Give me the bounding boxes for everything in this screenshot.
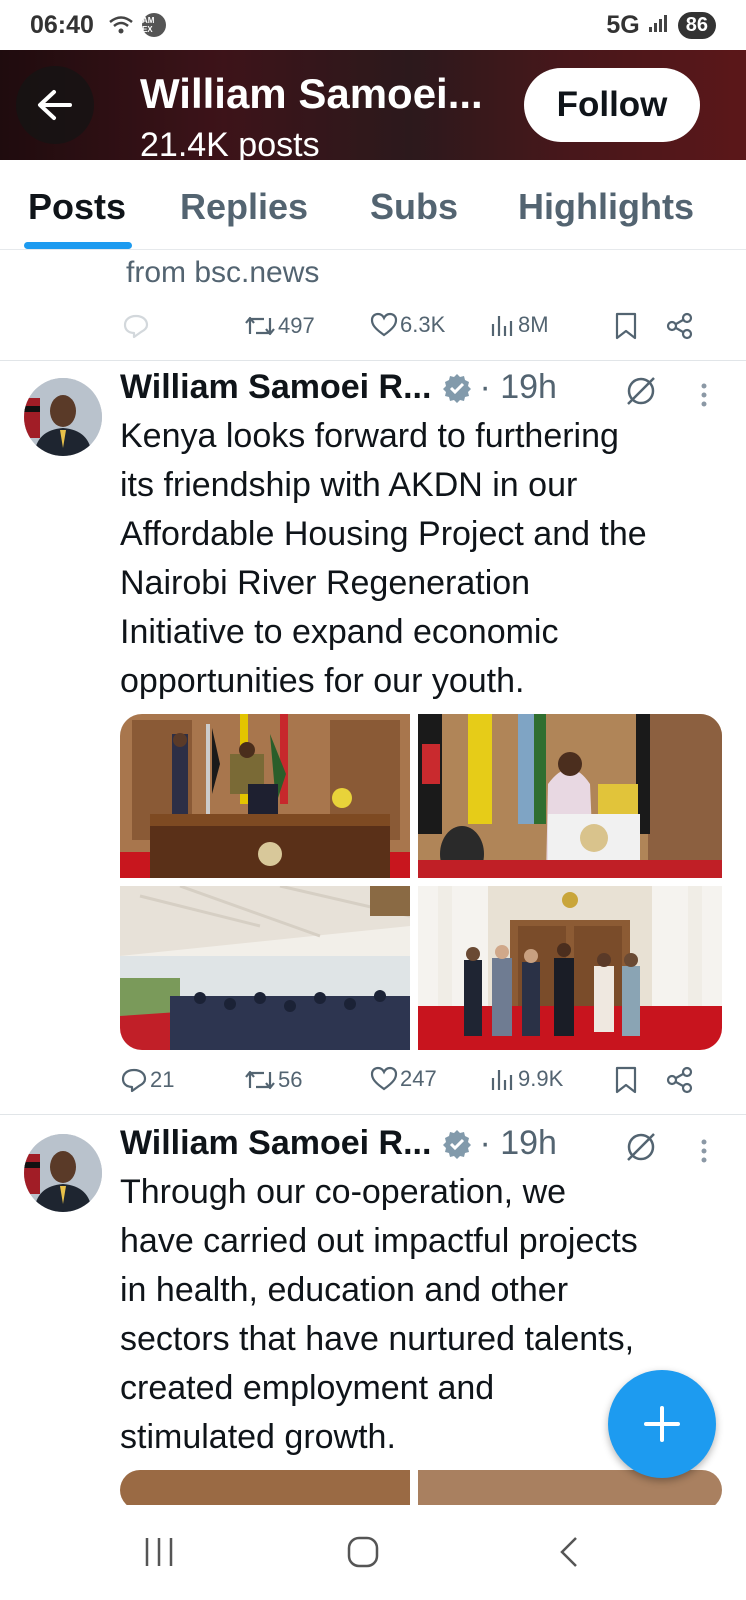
plus-icon bbox=[644, 1406, 680, 1442]
grok-icon[interactable] bbox=[624, 1130, 658, 1164]
profile-header: William Samoei... 21.4K posts Follow bbox=[0, 50, 746, 160]
more-options-icon[interactable] bbox=[700, 382, 708, 408]
back-button[interactable] bbox=[16, 66, 94, 144]
network-label: 5G bbox=[606, 10, 640, 39]
views-button[interactable]: 8M bbox=[490, 312, 549, 338]
views-count: 9.9K bbox=[518, 1066, 564, 1091]
repost-icon bbox=[245, 316, 275, 336]
status-time: 06:40 bbox=[30, 10, 94, 39]
post-time: · 19h bbox=[479, 368, 557, 406]
post-time: · 19h bbox=[479, 1124, 557, 1162]
back-nav-icon[interactable] bbox=[554, 1535, 584, 1569]
reply-count: 21 bbox=[150, 1067, 175, 1092]
tab-replies[interactable]: Replies bbox=[180, 186, 308, 228]
home-icon[interactable] bbox=[346, 1535, 380, 1569]
post-photo-audience[interactable] bbox=[120, 886, 410, 1050]
status-bar: 06:40 AM EX 5G 86 bbox=[0, 0, 746, 50]
post-header: William Samoei R... · 19h bbox=[120, 368, 557, 407]
like-button[interactable]: 6.3K bbox=[370, 312, 445, 338]
post-actions: 21 56 247 9.9K bbox=[0, 1066, 746, 1106]
like-count: 247 bbox=[400, 1066, 437, 1091]
repost-count: 497 bbox=[278, 313, 315, 338]
tab-subs[interactable]: Subs bbox=[370, 186, 458, 228]
wifi-question-icon bbox=[108, 14, 134, 36]
recent-apps-icon[interactable] bbox=[142, 1535, 176, 1569]
post-photo-group[interactable] bbox=[418, 886, 722, 1050]
post-media-grid-partial bbox=[120, 1470, 722, 1510]
post-media-grid bbox=[120, 714, 722, 1050]
reply-icon bbox=[123, 314, 149, 339]
post-text: Kenya looks forward to furthering its fr… bbox=[120, 412, 720, 706]
views-count: 8M bbox=[518, 312, 549, 337]
repost-count: 56 bbox=[278, 1067, 303, 1092]
repost-icon bbox=[245, 1070, 275, 1090]
post-text-line: sectors that have nurtured talents, bbox=[120, 1320, 635, 1358]
more-options-icon[interactable] bbox=[700, 1138, 708, 1164]
author-avatar[interactable] bbox=[24, 1134, 102, 1212]
header-post-count: 21.4K posts bbox=[140, 126, 320, 160]
battery-badge: 86 bbox=[677, 11, 716, 39]
partial-post-text: from bsc.news bbox=[126, 256, 320, 289]
views-icon bbox=[491, 1070, 513, 1090]
follow-button[interactable]: Follow bbox=[524, 68, 700, 142]
reply-button[interactable] bbox=[122, 312, 150, 340]
like-count: 6.3K bbox=[400, 312, 446, 337]
grok-icon[interactable] bbox=[624, 374, 658, 408]
reply-button[interactable]: 21 bbox=[120, 1066, 174, 1094]
tab-highlights[interactable]: Highlights bbox=[518, 186, 694, 228]
bookmark-icon bbox=[615, 1066, 637, 1094]
post-divider bbox=[0, 1114, 746, 1115]
post-text-line: Affordable Housing Project and the bbox=[120, 515, 647, 553]
author-avatar[interactable] bbox=[24, 378, 102, 456]
share-button[interactable] bbox=[666, 1066, 694, 1094]
post-text-line: Through our co-operation, we bbox=[120, 1173, 567, 1211]
heart-icon bbox=[370, 1066, 398, 1091]
amex-icon: AM EX bbox=[141, 13, 166, 37]
post-text-line: Nairobi River Regeneration bbox=[120, 564, 531, 602]
bookmark-button[interactable] bbox=[614, 312, 638, 340]
post-text-line: in health, education and other bbox=[120, 1271, 569, 1309]
like-button[interactable]: 247 bbox=[370, 1066, 437, 1092]
heart-icon bbox=[370, 312, 398, 337]
views-icon bbox=[491, 316, 513, 336]
system-nav-bar bbox=[0, 1505, 746, 1600]
post-photo-signing[interactable] bbox=[120, 714, 410, 878]
active-tab-indicator bbox=[24, 242, 132, 249]
header-title: William Samoei... bbox=[140, 70, 483, 117]
post-text-line: its friendship with AKDN in our bbox=[120, 466, 578, 504]
bookmark-button[interactable] bbox=[614, 1066, 638, 1094]
profile-tabs: Posts Replies Subs Highlights bbox=[0, 160, 746, 250]
post-text-line: have carried out impactful projects bbox=[120, 1222, 638, 1260]
post-photo[interactable] bbox=[120, 1470, 410, 1510]
bookmark-icon bbox=[615, 312, 637, 340]
verified-badge-icon bbox=[441, 372, 473, 404]
back-arrow-icon bbox=[38, 90, 72, 120]
partial-post-actions: 497 6.3K 8M bbox=[0, 312, 746, 352]
repost-button[interactable]: 56 bbox=[244, 1066, 302, 1094]
verified-badge-icon bbox=[441, 1128, 473, 1160]
post-text-line: Initiative to expand economic bbox=[120, 613, 559, 651]
share-icon bbox=[666, 312, 693, 340]
post-text-line: opportunities for our youth. bbox=[120, 662, 525, 700]
compose-post-button[interactable] bbox=[608, 1370, 716, 1478]
repost-button[interactable]: 497 bbox=[244, 312, 315, 340]
post-text-line: Kenya looks forward to furthering bbox=[120, 417, 619, 455]
author-name[interactable]: William Samoei R... bbox=[120, 1124, 431, 1163]
post-header: William Samoei R... · 19h bbox=[120, 1124, 557, 1163]
post-photo-speech[interactable] bbox=[418, 714, 722, 878]
share-button[interactable] bbox=[666, 312, 694, 340]
views-button[interactable]: 9.9K bbox=[490, 1066, 563, 1092]
tab-posts[interactable]: Posts bbox=[28, 186, 126, 228]
post-divider bbox=[0, 360, 746, 361]
reply-icon bbox=[121, 1068, 147, 1093]
share-icon bbox=[666, 1066, 693, 1094]
author-name[interactable]: William Samoei R... bbox=[120, 368, 431, 407]
signal-icon bbox=[648, 11, 670, 40]
